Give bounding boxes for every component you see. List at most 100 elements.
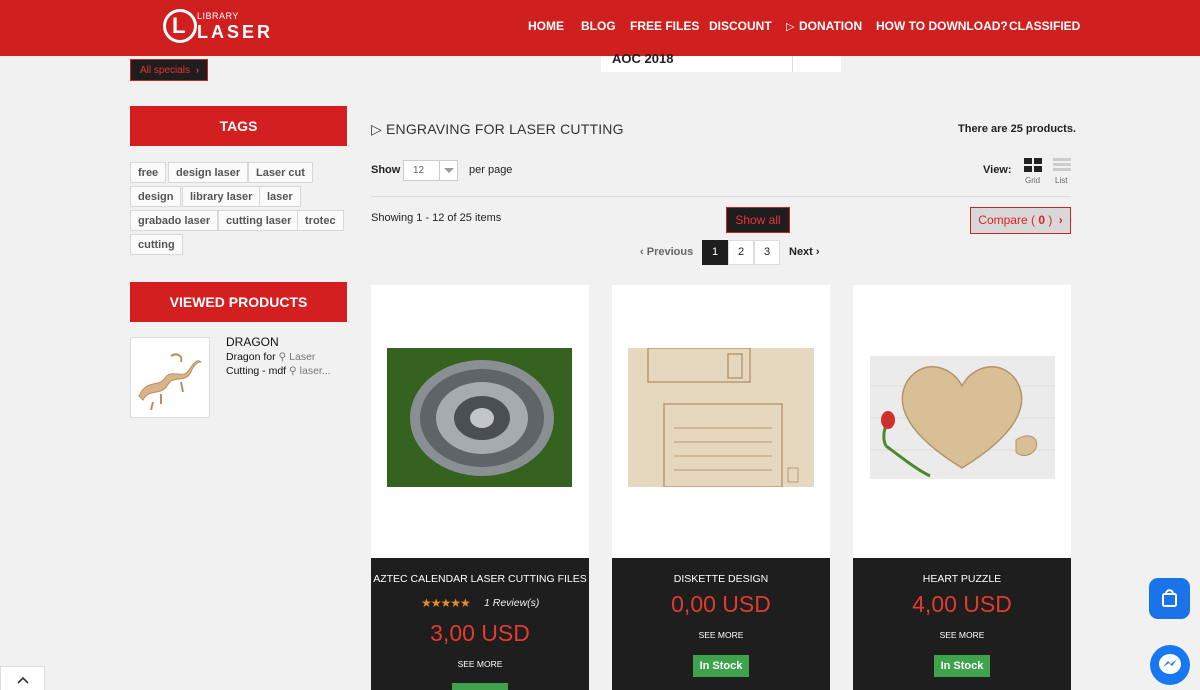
main-nav: HOME BLOG FREE FILES DISCOUNT ▷ DONATION… [0,19,1200,35]
aoc-dropdown[interactable]: AOC 2018 [601,51,841,72]
see-more-link[interactable]: SEE MORE [853,630,1071,640]
show-label: Show [371,164,401,176]
heart-puzzle-image [870,356,1055,479]
list-label: List [1055,176,1068,185]
tag-item[interactable]: Laser cut [248,162,313,183]
scroll-to-top-button[interactable] [0,666,45,690]
stock-badge [452,683,508,690]
nav-classified[interactable]: CLASSIFIED [1009,19,1080,33]
messenger-chat-button[interactable] [1150,645,1190,685]
showing-items-text: Showing 1 - 12 of 25 items [371,212,502,224]
chevron-down-icon [439,161,457,180]
next-label: Next [789,246,813,258]
product-name[interactable]: HEART PUZZLE [853,573,1071,585]
tag-item[interactable]: grabado laser [130,210,219,231]
search-icon: ⚲ [289,365,297,377]
product-name[interactable]: DISKETTE DESIGN [612,573,830,585]
tags-title: TAGS [130,106,347,146]
compare-end: ) [1048,213,1053,227]
grid-label: Grid [1025,176,1041,185]
show-all-button[interactable]: Show all [726,207,790,233]
product-card-aztec[interactable]: AZTEC CALENDAR LASER CUTTING FILES ★★★★★… [371,285,589,690]
list-view-icon[interactable] [1053,158,1071,173]
pagination-next[interactable]: Next › [789,246,820,258]
product-price: 3,00 USD [430,620,530,646]
viewed-desc-1b: Laser [289,351,316,363]
viewed-desc-2b: laser... [299,365,331,377]
category-title: ▷ ENGRAVING FOR LASER CUTTING [371,121,624,138]
compare-label: Compare ( [978,213,1035,227]
toolbar-divider [371,196,1071,197]
page-1[interactable]: 1 [702,240,728,265]
product-price: 0,00 USD [671,591,771,617]
product-card-heart-puzzle[interactable]: HEART PUZZLE 4,00 USD SEE MORE In Stock [853,285,1071,690]
per-page-label: per page [469,164,513,176]
page-2[interactable]: 2 [728,240,754,265]
viewed-products-title: VIEWED PRODUCTS [130,282,347,322]
aztec-calendar-image [387,348,572,487]
product-info: DISKETTE DESIGN 0,00 USD SEE MORE In Sto… [612,558,830,690]
view-label: View: [983,164,1012,176]
pagination-previous[interactable]: ‹ Previous [640,246,693,258]
viewed-product-desc: Dragon for ⚲ Laser Cutting - mdf ⚲ laser… [226,350,356,378]
see-more-link[interactable]: SEE MORE [371,659,589,669]
tag-item[interactable]: design laser [168,162,249,183]
product-image[interactable] [870,356,1055,479]
viewed-desc-2: Cutting - mdf [226,365,287,377]
nav-how-to-download[interactable]: HOW TO DOWNLOAD? [876,19,1008,33]
nav-blog[interactable]: BLOG [581,19,616,33]
see-more-link[interactable]: SEE MORE [612,630,830,640]
dragon-image [138,353,203,411]
play-icon: ▷ [786,21,795,33]
product-info: AZTEC CALENDAR LASER CUTTING FILES ★★★★★… [371,558,589,690]
nav-discount[interactable]: DISCOUNT [709,19,772,33]
page-3[interactable]: 3 [754,240,780,265]
product-name[interactable]: AZTEC CALENDAR LASER CUTTING FILES [371,573,589,585]
aoc-divider [792,56,793,72]
review-count[interactable]: 1 Review(s) [484,597,539,609]
grid-view-icon[interactable] [1024,158,1042,173]
messenger-icon [1159,654,1181,674]
chevron-up-icon [17,676,29,684]
nav-free-files[interactable]: FREE FILES [630,19,699,33]
top-navbar: L LIBRARY LASER HOME BLOG FREE FILES DIS… [0,0,1200,56]
category-title-text: ENGRAVING FOR LASER CUTTING [385,121,624,137]
tag-item[interactable]: laser [259,186,301,207]
product-count: There are 25 products. [958,123,1076,135]
tag-item[interactable]: trotec [297,210,344,231]
product-price: 4,00 USD [912,591,1012,617]
play-icon: ▷ [371,121,382,137]
aoc-label: AOC 2018 [612,51,674,66]
compare-count: 0 [1038,213,1046,227]
nav-home[interactable]: HOME [528,19,564,33]
nav-donation[interactable]: DONATION [799,19,862,33]
per-page-value: 12 [413,165,425,176]
all-specials-button[interactable]: All specials › [130,59,208,81]
diskette-image [628,347,814,488]
product-image[interactable] [628,347,814,488]
stock-badge: In Stock [693,655,749,677]
rating-stars: ★★★★★ [421,596,471,610]
viewed-product-thumbnail[interactable] [130,337,210,418]
product-card-diskette[interactable]: DISKETTE DESIGN 0,00 USD SEE MORE In Sto… [612,285,830,690]
tag-item[interactable]: design [130,186,182,207]
viewed-product-name[interactable]: DRAGON [226,335,279,349]
tag-item[interactable]: free [130,162,167,183]
chevron-right-icon: › [815,246,820,258]
product-info: HEART PUZZLE 4,00 USD SEE MORE In Stock [853,558,1071,690]
chevron-right-icon: › [1058,213,1063,227]
chevron-left-icon: ‹ [640,246,644,258]
tag-item[interactable]: cutting [130,234,183,255]
tag-item[interactable]: cutting laser [218,210,300,231]
shopping-bag-icon [1162,589,1177,607]
viewed-desc-1: Dragon for [226,351,276,363]
cart-widget-button[interactable] [1149,578,1190,619]
all-specials-label: All specials [140,65,191,76]
chevron-right-icon: › [195,65,200,76]
per-page-select[interactable]: 12 [403,160,458,181]
tag-item[interactable]: library laser [182,186,261,207]
compare-button[interactable]: Compare ( 0 ) › [970,207,1071,234]
product-image[interactable] [387,348,572,487]
search-icon: ⚲ [278,351,287,363]
stock-badge: In Stock [934,655,990,677]
